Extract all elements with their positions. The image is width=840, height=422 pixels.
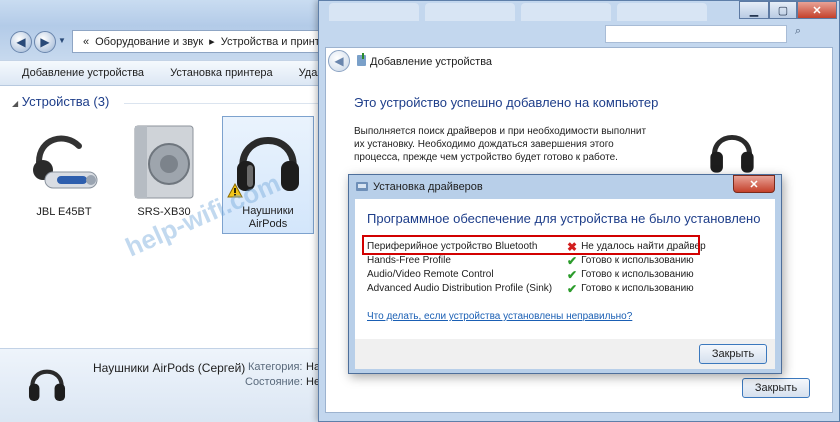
- add-device-title-icon: [356, 53, 368, 70]
- driver-row-status-text: Готово к использованию: [581, 283, 694, 294]
- maximize-button[interactable]: ▢: [769, 1, 797, 19]
- add-printer-command[interactable]: Установка принтера: [170, 67, 273, 79]
- close-icon: ✕: [749, 178, 759, 191]
- breadcrumb-hardware-sound[interactable]: Оборудование и звук: [95, 36, 203, 48]
- driver-row: Advanced Audio Distribution Profile (Sin…: [367, 283, 767, 296]
- collapse-icon: ◢: [12, 99, 19, 108]
- taskbar-previews: [329, 3, 707, 21]
- driver-dialog-close-button[interactable]: Закрыть: [699, 344, 767, 364]
- driver-dialog-heading: Программное обеспечение для устройства н…: [367, 211, 761, 226]
- driver-row-status: ✔ Готово к использованию: [567, 253, 694, 268]
- driver-row-name: Audio/Video Remote Control: [367, 269, 494, 280]
- error-highlight-box: [362, 235, 700, 255]
- device-airpods[interactable]: Наушники AirPods: [222, 116, 314, 234]
- checkmark-icon: ✔: [567, 267, 578, 282]
- maximize-icon: ▢: [777, 4, 789, 17]
- add-device-heading: Это устройство успешно добавлено на комп…: [354, 95, 659, 110]
- breadcrumb-overflow[interactable]: «: [83, 36, 89, 48]
- wizard-back-button[interactable]: ◀: [328, 50, 350, 72]
- arrow-left-icon: ◀: [334, 54, 344, 68]
- device-label: SRS-XB30: [137, 206, 191, 218]
- device-label: Наушники AirPods: [242, 205, 294, 230]
- checkmark-icon: ✔: [567, 253, 578, 268]
- search-icon: ⌕: [794, 25, 802, 37]
- forward-button[interactable]: ▶: [34, 31, 56, 53]
- breadcrumb-devices-printers[interactable]: Устройства и принтеры: [221, 36, 319, 48]
- details-device-icon: [22, 353, 72, 416]
- search-input[interactable]: [605, 25, 787, 43]
- driver-title-icon: [355, 180, 369, 196]
- checkmark-icon: ✔: [567, 281, 578, 296]
- driver-row-name: Advanced Audio Distribution Profile (Sin…: [367, 283, 553, 294]
- details-device-name: Наушники AirPods (Сергей): [93, 361, 246, 375]
- add-device-close-button[interactable]: Закрыть: [742, 378, 810, 398]
- arrow-left-icon: ◀: [16, 35, 26, 49]
- headphones-icon: [225, 117, 311, 203]
- close-icon: ✕: [812, 4, 822, 17]
- background-tab: [617, 3, 707, 21]
- group-divider: [124, 103, 324, 104]
- details-category-label: Категория:: [248, 361, 303, 373]
- breadcrumb-separator-icon: ▸: [209, 36, 215, 48]
- warning-icon: [227, 183, 243, 198]
- driver-row: Hands-Free Profile ✔ Готово к использова…: [367, 255, 767, 268]
- recent-pages-dropdown[interactable]: ▼: [58, 36, 66, 45]
- minimize-button[interactable]: ▁: [739, 1, 769, 19]
- details-category-value: Наушники: [306, 361, 318, 373]
- back-button[interactable]: ◀: [10, 31, 32, 53]
- driver-dialog-footer: Закрыть: [355, 339, 775, 369]
- background-tab: [329, 3, 419, 21]
- minimize-icon: ▁: [749, 4, 759, 17]
- button-label: Закрыть: [754, 382, 798, 394]
- details-state-label: Состояние:: [245, 376, 303, 388]
- driver-row-status-text: Готово к использованию: [581, 255, 694, 266]
- address-bar[interactable]: « Оборудование и звук ▸ Устройства и при…: [72, 30, 320, 53]
- bluetooth-headset-icon: [21, 118, 107, 204]
- driver-dialog-content: Программное обеспечение для устройства н…: [355, 199, 775, 339]
- driver-row: Audio/Video Remote Control ✔ Готово к ис…: [367, 269, 767, 282]
- device-jbl-e45bt[interactable]: JBL E45BT: [18, 118, 110, 236]
- device-label: JBL E45BT: [36, 206, 92, 218]
- background-tab: [521, 3, 611, 21]
- devices-group-header[interactable]: ◢ Устройства (3): [12, 94, 109, 109]
- driver-row-status: ✔ Готово к использованию: [567, 281, 694, 296]
- driver-install-dialog: Установка драйверов ✕ Программное обеспе…: [348, 174, 782, 374]
- driver-dialog-close-x[interactable]: ✕: [733, 175, 775, 193]
- add-device-description: Выполняется поиск драйверов и при необхо…: [354, 126, 647, 163]
- driver-dialog-title: Установка драйверов: [373, 181, 483, 193]
- driver-row-status: ✔ Готово к использованию: [567, 267, 694, 282]
- device-srs-xb30[interactable]: SRS-XB30: [118, 118, 210, 236]
- add-device-command[interactable]: Добавление устройства: [22, 67, 144, 79]
- driver-row-name: Hands-Free Profile: [367, 255, 451, 266]
- background-tab: [425, 3, 515, 21]
- button-label: Закрыть: [711, 348, 755, 360]
- window-close-button[interactable]: ✕: [797, 1, 837, 19]
- add-device-title: Добавление устройства: [370, 56, 493, 68]
- speaker-icon: [121, 118, 207, 204]
- driver-row-status-text: Готово к использованию: [581, 269, 694, 280]
- details-state-value: Не подключено: [306, 376, 318, 388]
- arrow-right-icon: ▶: [40, 35, 50, 49]
- troubleshoot-link[interactable]: Что делать, если устройства установлены …: [367, 311, 632, 322]
